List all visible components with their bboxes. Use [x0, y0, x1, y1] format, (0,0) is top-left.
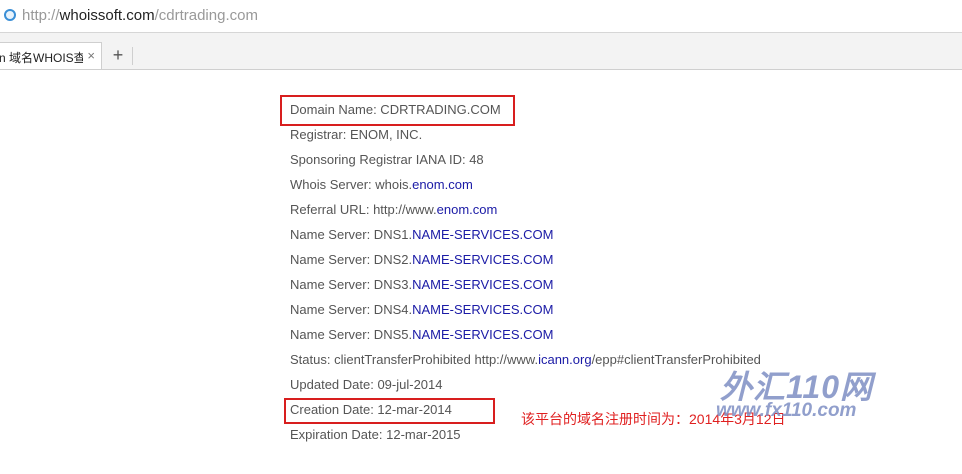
ns2-label: Name Server: DNS2.	[290, 252, 413, 267]
referral-label: Referral URL: http://www.	[290, 202, 437, 217]
ns1-link[interactable]: NAME-SERVICES.COM	[412, 227, 553, 242]
ns3-label: Name Server: DNS3.	[290, 277, 413, 292]
referral-url-line: Referral URL: http://www.enom.com	[290, 198, 497, 222]
tab-divider	[132, 47, 133, 65]
ns4-label: Name Server: DNS4.	[290, 302, 413, 317]
ns3-link[interactable]: NAME-SERVICES.COM	[412, 277, 553, 292]
url-prefix: http://	[22, 7, 60, 24]
whois-server-link[interactable]: enom.com	[412, 177, 473, 192]
name-server-3-line: Name Server: DNS3.NAME-SERVICES.COM	[290, 273, 553, 297]
status-label: Status: clientTransferProhibited http://…	[290, 352, 539, 367]
url-path: /cdrtrading.com	[154, 7, 258, 24]
registrar-line: Registrar: ENOM, INC.	[290, 127, 423, 142]
domain-name-highlight	[280, 95, 515, 126]
tab-title: n 域名WHOIS查	[0, 51, 83, 65]
close-icon[interactable]: ×	[87, 48, 95, 63]
new-tab-button[interactable]: +	[104, 42, 132, 69]
name-server-2-line: Name Server: DNS2.NAME-SERVICES.COM	[290, 248, 553, 272]
globe-icon	[4, 9, 16, 21]
expiration-date-line: Expiration Date: 12-mar-2015	[290, 427, 461, 442]
ns4-link[interactable]: NAME-SERVICES.COM	[412, 302, 553, 317]
name-server-5-line: Name Server: DNS5.NAME-SERVICES.COM	[290, 323, 553, 347]
status-line: Status: clientTransferProhibited http://…	[290, 348, 761, 372]
tab-whois[interactable]: n 域名WHOIS查 ×	[0, 42, 102, 69]
creation-date-highlight	[284, 398, 495, 424]
ns2-link[interactable]: NAME-SERVICES.COM	[412, 252, 553, 267]
watermark-url: www.fx110.com	[716, 400, 857, 421]
ns5-label: Name Server: DNS5.	[290, 327, 413, 342]
url-host: whoissoft.com	[59, 7, 155, 24]
ns5-link[interactable]: NAME-SERVICES.COM	[412, 327, 553, 342]
url-text[interactable]: http://whoissoft.com/cdrtrading.com	[22, 7, 258, 24]
iana-id-line: Sponsoring Registrar IANA ID: 48	[290, 152, 484, 167]
name-server-1-line: Name Server: DNS1.NAME-SERVICES.COM	[290, 223, 553, 247]
status-link[interactable]: icann.org	[538, 352, 591, 367]
whois-server-label: Whois Server: whois.	[290, 177, 413, 192]
name-server-4-line: Name Server: DNS4.NAME-SERVICES.COM	[290, 298, 553, 322]
referral-link[interactable]: enom.com	[437, 202, 498, 217]
whois-server-line: Whois Server: whois.enom.com	[290, 173, 473, 197]
address-bar[interactable]: http://whoissoft.com/cdrtrading.com	[0, 0, 962, 33]
updated-date-line: Updated Date: 09-jul-2014	[290, 377, 443, 392]
tab-bar: n 域名WHOIS查 × +	[0, 33, 962, 70]
watermark-logo: 外汇110网 www.fx110.com	[716, 362, 916, 432]
ns1-label: Name Server: DNS1.	[290, 227, 413, 242]
